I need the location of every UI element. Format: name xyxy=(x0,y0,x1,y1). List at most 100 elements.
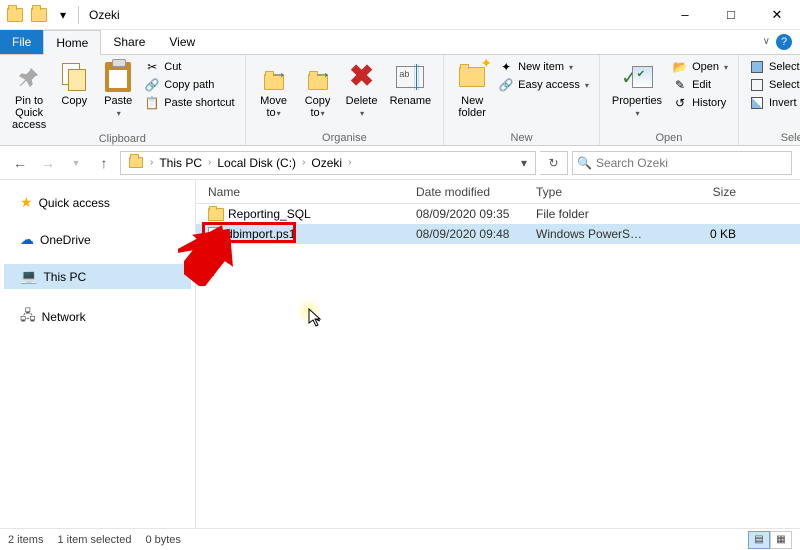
cloud-icon: ☁ xyxy=(20,231,34,248)
folder-icon xyxy=(4,4,26,26)
delete-icon: ✖ xyxy=(346,61,378,93)
copy-to-icon: → xyxy=(302,61,334,93)
chevron-right-icon[interactable]: › xyxy=(347,157,352,168)
help-icon[interactable]: ? xyxy=(776,34,792,50)
qat-dropdown[interactable]: ▾ xyxy=(52,4,74,26)
annotation-cursor-icon xyxy=(308,308,324,328)
delete-label: Delete ▾ xyxy=(346,95,378,120)
file-name: Reporting_SQL xyxy=(228,207,311,221)
view-details-button[interactable]: ▤ xyxy=(748,531,770,549)
edit-icon: ✎ xyxy=(672,77,688,93)
back-button[interactable]: ← xyxy=(8,151,32,175)
new-folder-label: New folder xyxy=(458,95,486,119)
view-icons-button[interactable]: ▦ xyxy=(770,531,792,549)
minimize-button[interactable]: – xyxy=(662,0,708,30)
column-headers[interactable]: Name Date modified Type Size xyxy=(196,180,800,204)
tab-share[interactable]: Share xyxy=(101,30,157,54)
properties-button[interactable]: ✓ Properties▾ xyxy=(606,57,668,120)
copy-path-icon: 🔗 xyxy=(144,77,160,93)
status-selected-bytes: 0 bytes xyxy=(145,534,180,546)
history-button[interactable]: ↺History xyxy=(672,95,728,111)
sidebar-item-thispc[interactable]: 💻This PC xyxy=(4,264,191,289)
sidebar-item-network[interactable]: 🖧Network xyxy=(4,301,191,333)
paste-shortcut-icon: 📋 xyxy=(144,95,160,111)
group-open: ✓ Properties▾ 📂Open ▾ ✎Edit ↺History Ope… xyxy=(600,55,739,145)
copy-label: Copy xyxy=(61,95,87,107)
up-button[interactable]: ↑ xyxy=(92,151,116,175)
forward-button[interactable]: → xyxy=(36,151,60,175)
star-icon: ★ xyxy=(20,194,33,211)
rename-button[interactable]: Rename xyxy=(384,57,438,107)
crumb-localdisk[interactable]: Local Disk (C:) xyxy=(214,156,299,170)
copy-icon xyxy=(58,61,90,93)
file-date: 08/09/2020 09:35 xyxy=(416,207,536,221)
refresh-button[interactable]: ↻ xyxy=(540,151,568,175)
sidebar-item-quickaccess[interactable]: ★Quick access xyxy=(4,190,191,215)
invert-selection-button[interactable]: Invert selection xyxy=(749,95,800,111)
file-type: Windows PowerS… xyxy=(536,227,666,241)
properties-label: Properties▾ xyxy=(612,95,662,120)
ribbon-collapse-icon[interactable]: ∨ xyxy=(763,36,770,47)
col-size[interactable]: Size xyxy=(666,185,746,199)
crumb-ozeki[interactable]: Ozeki xyxy=(308,156,345,170)
navbar: ← → ▼ ↑ › This PC › Local Disk (C:) › Oz… xyxy=(0,146,800,180)
new-item-button[interactable]: ✦New item ▾ xyxy=(498,59,589,75)
group-clipboard: Pin to Quick access Copy Paste ▾ ✂Cut 🔗C… xyxy=(0,55,246,145)
folder-icon xyxy=(208,208,224,221)
new-folder-button[interactable]: ✦ New folder xyxy=(450,57,494,119)
recent-dropdown[interactable]: ▼ xyxy=(64,151,88,175)
cut-button[interactable]: ✂Cut xyxy=(144,59,234,75)
chevron-right-icon[interactable]: › xyxy=(207,157,212,168)
qat-new-folder-icon[interactable] xyxy=(28,4,50,26)
move-to-button[interactable]: → Move to▾ xyxy=(252,57,296,120)
table-row[interactable]: dbimport.ps108/09/2020 09:48Windows Powe… xyxy=(196,224,800,244)
paste-button[interactable]: Paste ▾ xyxy=(96,57,140,120)
search-input[interactable]: 🔍 Search Ozeki xyxy=(572,151,792,175)
paste-shortcut-button[interactable]: 📋Paste shortcut xyxy=(144,95,234,111)
address-dropdown[interactable]: ▾ xyxy=(513,152,535,174)
tab-file[interactable]: File xyxy=(0,30,43,54)
properties-icon: ✓ xyxy=(621,61,653,93)
file-list[interactable]: Name Date modified Type Size Reporting_S… xyxy=(196,180,800,540)
paste-icon xyxy=(102,61,134,93)
copy-to-button[interactable]: → Copy to▾ xyxy=(296,57,340,120)
select-all-button[interactable]: Select all xyxy=(749,59,800,75)
address-bar[interactable]: › This PC › Local Disk (C:) › Ozeki › ▾ xyxy=(120,151,536,175)
table-row[interactable]: Reporting_SQL08/09/2020 09:35File folder xyxy=(196,204,800,224)
col-name[interactable]: Name xyxy=(196,185,416,199)
ribbon-tabs: File Home Share View ∨ ? xyxy=(0,30,800,54)
sidebar-item-onedrive[interactable]: ☁OneDrive xyxy=(4,227,191,252)
close-button[interactable]: ✕ xyxy=(754,0,800,30)
copy-button[interactable]: Copy xyxy=(52,57,96,107)
col-date[interactable]: Date modified xyxy=(416,185,536,199)
delete-button[interactable]: ✖ Delete ▾ xyxy=(340,57,384,120)
col-type[interactable]: Type xyxy=(536,185,666,199)
chevron-right-icon[interactable]: › xyxy=(301,157,306,168)
tab-view[interactable]: View xyxy=(157,30,207,54)
select-none-button[interactable]: Select none xyxy=(749,77,800,93)
address-folder-icon xyxy=(125,152,147,174)
scissors-icon: ✂ xyxy=(144,59,160,75)
search-icon: 🔍 xyxy=(577,156,592,170)
window-title: Ozeki xyxy=(89,8,120,22)
chevron-right-icon[interactable]: › xyxy=(149,157,154,168)
open-icon: 📂 xyxy=(672,59,688,75)
move-label: Move to▾ xyxy=(260,95,287,120)
copy-to-label: Copy to▾ xyxy=(305,95,331,120)
pin-quickaccess-button[interactable]: Pin to Quick access xyxy=(6,57,52,131)
move-icon: → xyxy=(258,61,290,93)
maximize-button[interactable]: □ xyxy=(708,0,754,30)
new-folder-icon: ✦ xyxy=(456,61,488,93)
search-placeholder: Search Ozeki xyxy=(596,156,668,170)
network-icon: 🖧 xyxy=(20,305,36,329)
open-button[interactable]: 📂Open ▾ xyxy=(672,59,728,75)
crumb-thispc[interactable]: This PC xyxy=(156,156,205,170)
ps1-file-icon xyxy=(208,227,222,241)
edit-button[interactable]: ✎Edit xyxy=(672,77,728,93)
tab-home[interactable]: Home xyxy=(43,30,101,55)
copy-path-button[interactable]: 🔗Copy path xyxy=(144,77,234,93)
main-area: ★Quick access ☁OneDrive 💻This PC 🖧Networ… xyxy=(0,180,800,540)
easy-access-button[interactable]: 🔗Easy access ▾ xyxy=(498,77,589,93)
new-item-icon: ✦ xyxy=(498,59,514,75)
status-item-count: 2 items xyxy=(8,534,43,546)
